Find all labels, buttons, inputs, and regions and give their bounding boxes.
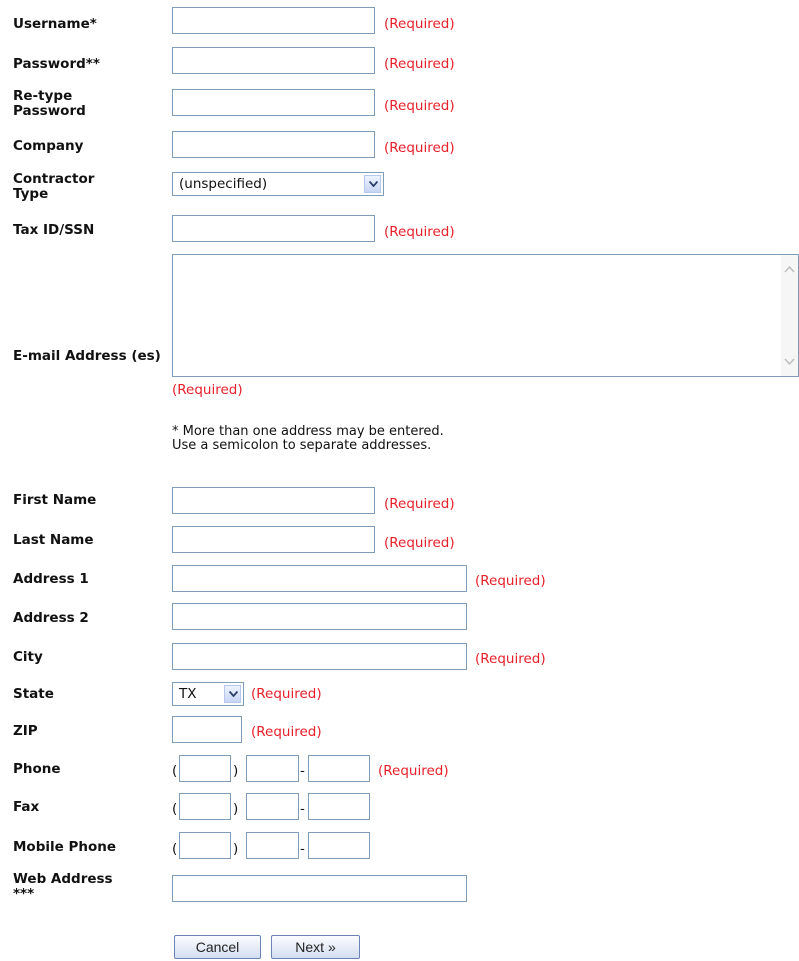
- username-input[interactable]: [172, 7, 375, 34]
- zip-input[interactable]: [172, 716, 242, 743]
- mobile-close-paren: ): [233, 841, 239, 857]
- phone-line-input[interactable]: [308, 755, 370, 782]
- fax-area-input[interactable]: [179, 793, 231, 820]
- password-required: (Required): [384, 56, 455, 72]
- next-button[interactable]: Next »: [271, 935, 360, 959]
- tax-id-label: Tax ID/SSN: [13, 222, 95, 238]
- zip-required: (Required): [251, 724, 322, 740]
- email-scrollbar[interactable]: [781, 255, 798, 376]
- password-label: Password**: [13, 56, 100, 72]
- chevron-down-icon[interactable]: [224, 685, 241, 703]
- company-label: Company: [13, 138, 84, 154]
- phone-close-paren: ): [233, 763, 239, 779]
- company-input[interactable]: [172, 131, 375, 158]
- address1-input[interactable]: [172, 565, 467, 592]
- scroll-down-icon[interactable]: [784, 358, 795, 366]
- mobile-open-paren: (: [172, 841, 178, 857]
- fax-line-input[interactable]: [308, 793, 370, 820]
- last-name-label: Last Name: [13, 532, 94, 548]
- state-value: TX: [179, 686, 197, 702]
- email-textarea[interactable]: [172, 254, 799, 377]
- chevron-down-icon[interactable]: [364, 175, 381, 193]
- username-label: Username*: [13, 16, 97, 32]
- cancel-button[interactable]: Cancel: [174, 935, 261, 959]
- phone-prefix-input[interactable]: [246, 755, 299, 782]
- address1-required: (Required): [475, 573, 546, 589]
- mobile-area-input[interactable]: [179, 832, 231, 859]
- first-name-input[interactable]: [172, 487, 375, 514]
- web-address-input[interactable]: [172, 875, 467, 902]
- email-required: (Required): [172, 382, 243, 398]
- fax-label: Fax: [13, 799, 40, 815]
- retype-password-label: Re-type Password: [13, 88, 86, 119]
- city-input[interactable]: [172, 643, 467, 670]
- web-address-note: ***: [13, 886, 35, 902]
- first-name-required: (Required): [384, 496, 455, 512]
- mobile-prefix-input[interactable]: [246, 832, 299, 859]
- city-label: City: [13, 649, 43, 665]
- tax-id-input[interactable]: [172, 215, 375, 242]
- last-name-required: (Required): [384, 535, 455, 551]
- email-label: E-mail Address (es): [13, 348, 161, 364]
- contractor-type-value: (unspecified): [179, 176, 268, 192]
- phone-area-input[interactable]: [179, 755, 231, 782]
- contractor-type-label: Contractor Type: [13, 171, 95, 202]
- last-name-input[interactable]: [172, 526, 375, 553]
- fax-open-paren: (: [172, 801, 178, 817]
- phone-dash: -: [300, 763, 305, 779]
- company-required: (Required): [384, 140, 455, 156]
- tax-id-required: (Required): [384, 224, 455, 240]
- contractor-type-select[interactable]: (unspecified): [172, 172, 384, 196]
- retype-password-input[interactable]: [172, 89, 375, 116]
- username-required: (Required): [384, 16, 455, 32]
- fax-prefix-input[interactable]: [246, 793, 299, 820]
- state-select[interactable]: TX: [172, 682, 244, 706]
- first-name-label: First Name: [13, 492, 97, 508]
- address2-label: Address 2: [13, 610, 89, 626]
- fax-dash: -: [300, 801, 305, 817]
- state-required: (Required): [251, 686, 322, 702]
- address1-label: Address 1: [13, 571, 89, 587]
- zip-label: ZIP: [13, 723, 38, 739]
- mobile-phone-label: Mobile Phone: [13, 839, 117, 855]
- web-address-label: Web Address: [13, 871, 113, 887]
- phone-open-paren: (: [172, 763, 178, 779]
- mobile-dash: -: [300, 841, 305, 857]
- email-note-line2: Use a semicolon to separate addresses.: [172, 438, 432, 453]
- state-label: State: [13, 686, 54, 702]
- password-input[interactable]: [172, 47, 375, 74]
- scroll-up-icon[interactable]: [784, 265, 795, 273]
- phone-required: (Required): [378, 763, 449, 779]
- retype-password-required: (Required): [384, 98, 455, 114]
- fax-close-paren: ): [233, 801, 239, 817]
- mobile-line-input[interactable]: [308, 832, 370, 859]
- phone-label: Phone: [13, 761, 61, 777]
- city-required: (Required): [475, 651, 546, 667]
- email-note-line1: * More than one address may be entered.: [172, 424, 444, 439]
- address2-input[interactable]: [172, 603, 467, 630]
